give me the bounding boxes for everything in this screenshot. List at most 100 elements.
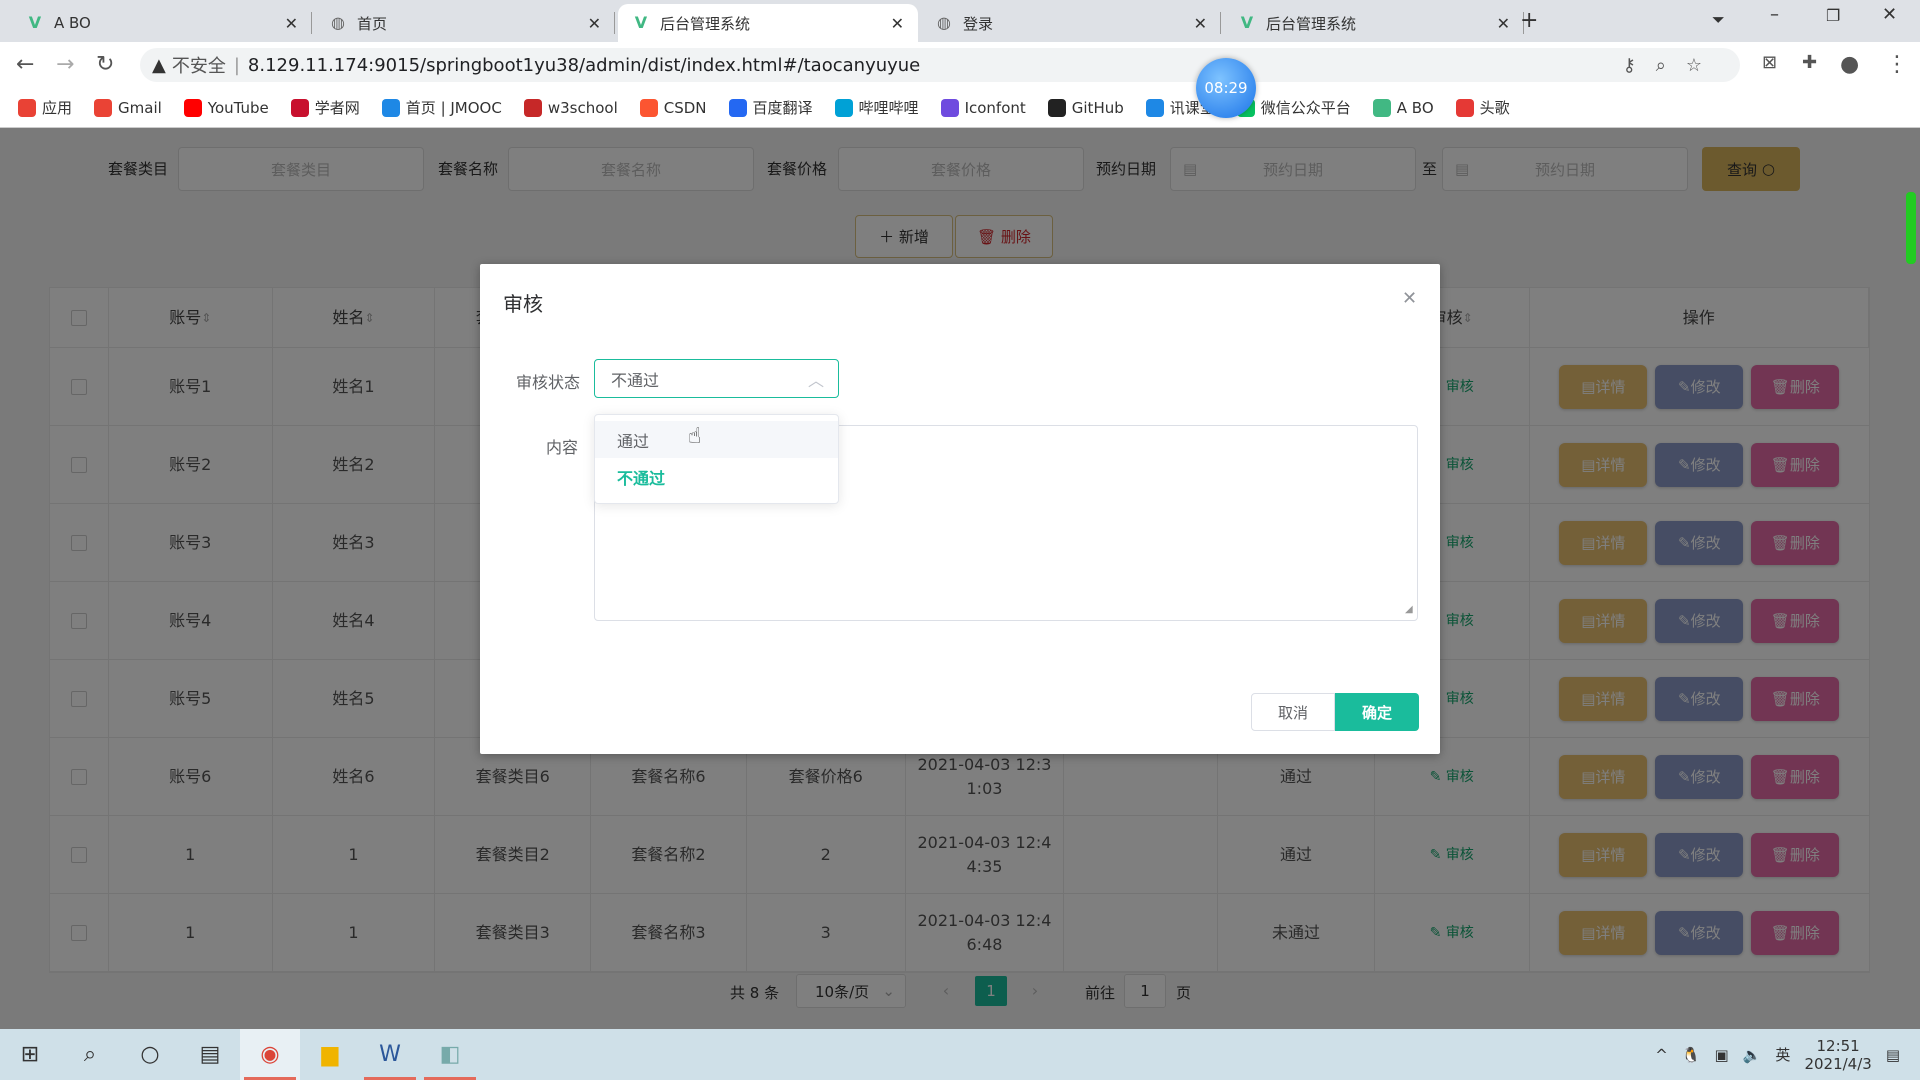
bookmark-item[interactable]: 哔哩哔哩 (834, 97, 919, 118)
bookmark-label: YouTube (207, 98, 269, 117)
option-pass[interactable]: 通过 (595, 421, 838, 458)
tab-close-icon[interactable]: ✕ (1194, 14, 1207, 33)
url-input[interactable]: ▲ 不安全 | 8.129.11.174:9015/springboot1yu3… (140, 48, 1740, 82)
menu-icon[interactable]: ⋮ (1886, 52, 1908, 77)
browser-tab[interactable]: V A BO ✕ (12, 4, 312, 42)
bookmark-item[interactable]: Iconfont (940, 98, 1026, 117)
browser-tab[interactable]: ◍ 登录 ✕ (921, 4, 1221, 42)
globe-icon: ◍ (331, 13, 345, 32)
maximize-button[interactable]: ❐ (1826, 6, 1840, 25)
bookmark-icon (728, 98, 747, 117)
tab-separator (311, 12, 312, 34)
cancel-button[interactable]: 取消 (1251, 693, 1335, 731)
bookmark-label: 应用 (42, 99, 73, 117)
word-icon[interactable]: W (360, 1029, 420, 1080)
time-text: 12:51 (1816, 1036, 1860, 1055)
tray-chevron-icon[interactable]: ^ (1655, 1046, 1668, 1064)
bookmark-icon (940, 98, 959, 117)
status-label: 审核状态 (516, 373, 581, 392)
bookmark-label: Gmail (118, 98, 162, 117)
forward-icon[interactable]: → (56, 52, 74, 77)
bookmark-label: Iconfont (964, 98, 1026, 117)
back-icon[interactable]: ← (16, 52, 34, 77)
bookmark-item[interactable]: 头歌 (1455, 97, 1510, 118)
scrollbar[interactable] (1906, 192, 1916, 264)
option-label: 不通过 (617, 468, 666, 488)
cortana-icon[interactable]: ○ (120, 1029, 180, 1080)
bookmark-icon (18, 98, 36, 117)
browser-tab[interactable]: ◍ 首页 ✕ (315, 4, 615, 42)
search-icon[interactable]: ⌕ (60, 1029, 120, 1080)
bookmark-icon (381, 98, 400, 117)
bookmark-item[interactable]: CSDN (639, 98, 707, 117)
qq-icon[interactable]: 🐧 (1682, 1046, 1701, 1064)
confirm-label: 确定 (1361, 703, 1392, 722)
bookmark-label: GitHub (1071, 98, 1124, 117)
option-label: 通过 (617, 431, 650, 451)
bookmark-item[interactable]: GitHub (1047, 98, 1124, 117)
close-icon[interactable]: ✕ (1402, 288, 1417, 309)
bookmark-icon (1455, 98, 1474, 117)
close-window-button[interactable]: ✕ (1882, 4, 1897, 25)
option-fail[interactable]: 不通过 (595, 458, 838, 495)
bookmark-item[interactable]: 微信公众平台 (1236, 97, 1351, 118)
bookmark-icon (94, 98, 113, 117)
bookmark-label: 学者网 (314, 99, 360, 117)
bookmark-icon (639, 98, 658, 117)
bookmark-label: CSDN (663, 98, 707, 117)
dialog-title: 审核 (503, 292, 543, 316)
audit-dialog: 审核 ✕ 审核状态 不通过 ︿ 内容 ◢ 取消 确定 (480, 264, 1440, 754)
status-dropdown: 通过 不通过 (594, 414, 839, 504)
confirm-button[interactable]: 确定 (1335, 693, 1419, 731)
status-select[interactable]: 不通过 ︿ (594, 359, 839, 398)
browser-tab[interactable]: V 后台管理系统 ✕ (618, 4, 918, 42)
status-select-value: 不通过 (611, 370, 660, 390)
puzzle-icon[interactable]: ✚ (1802, 52, 1817, 73)
bookmark-item[interactable]: 应用 (18, 97, 72, 118)
address-bar-row: ← → ↻ ▲ 不安全 | 8.129.11.174:9015/springbo… (0, 42, 1920, 88)
extension-icon[interactable]: ⊠ (1762, 52, 1777, 73)
bookmark-item[interactable]: A BO (1372, 98, 1434, 117)
tab-close-icon[interactable]: ✕ (588, 14, 601, 33)
date-text: 2021/4/3 (1804, 1054, 1872, 1073)
floating-clock-widget[interactable]: 08:29 (1196, 58, 1256, 118)
minimize-button[interactable]: – (1770, 4, 1779, 25)
resize-handle-icon[interactable]: ◢ (1405, 604, 1413, 615)
bookmark-icon (523, 98, 542, 117)
bookmark-item[interactable]: 百度翻译 (728, 97, 813, 118)
network-icon[interactable]: ▣ (1715, 1046, 1729, 1064)
profile-icon[interactable]: ● (1840, 52, 1859, 77)
bookmark-label: 首页 | JMOOC (405, 99, 502, 117)
bookmark-item[interactable]: YouTube (183, 98, 269, 117)
volume-icon[interactable]: 🔈 (1743, 1046, 1762, 1064)
browser-tab[interactable]: V 后台管理系统 ✕ (1224, 4, 1524, 42)
bookmark-icon (1047, 98, 1066, 117)
bookmark-icon (1145, 98, 1164, 117)
start-icon[interactable]: ⊞ (0, 1029, 60, 1080)
ime-indicator[interactable]: 英 (1775, 1044, 1790, 1065)
reload-icon[interactable]: ↻ (96, 52, 114, 77)
bookmark-item[interactable]: 首页 | JMOOC (381, 97, 502, 118)
bookmark-label: 微信公众平台 (1260, 99, 1351, 117)
tab-title: 登录 (963, 14, 994, 33)
tab-close-icon[interactable]: ✕ (1497, 14, 1510, 33)
tab-close-icon[interactable]: ✕ (891, 14, 904, 33)
bookmark-icon (183, 98, 202, 117)
notification-icon[interactable]: ▤ (1886, 1046, 1900, 1064)
browser-tab-bar: V A BO ✕ ◍ 首页 ✕ V 后台管理系统 ✕ ◍ 登录 ✕ V 后台管理系统 ✕ + ⏷ – ❐ ✕ (0, 0, 1920, 42)
app-icon[interactable]: ◧ (420, 1029, 480, 1080)
file-explorer-icon[interactable]: ▆ (300, 1029, 360, 1080)
bookmark-label: 百度翻译 (752, 99, 813, 117)
tab-search-icon[interactable]: ⏷ (1712, 10, 1725, 30)
task-view-icon[interactable]: ▤ (180, 1029, 240, 1080)
tab-close-icon[interactable]: ✕ (285, 14, 298, 33)
address-icons[interactable]: ⚷⌕☆ (1623, 55, 1722, 76)
new-tab-button[interactable]: + (1520, 8, 1538, 33)
system-clock[interactable]: 12:51 2021/4/3 (1804, 1037, 1871, 1073)
bookmark-item[interactable]: w3school (523, 98, 618, 117)
tab-title: 首页 (357, 14, 388, 33)
bookmark-item[interactable]: Gmail (94, 98, 162, 117)
chrome-icon[interactable]: ◉ (240, 1029, 300, 1080)
bookmark-item[interactable]: 学者网 (290, 97, 360, 118)
vue-icon: V (634, 13, 648, 32)
